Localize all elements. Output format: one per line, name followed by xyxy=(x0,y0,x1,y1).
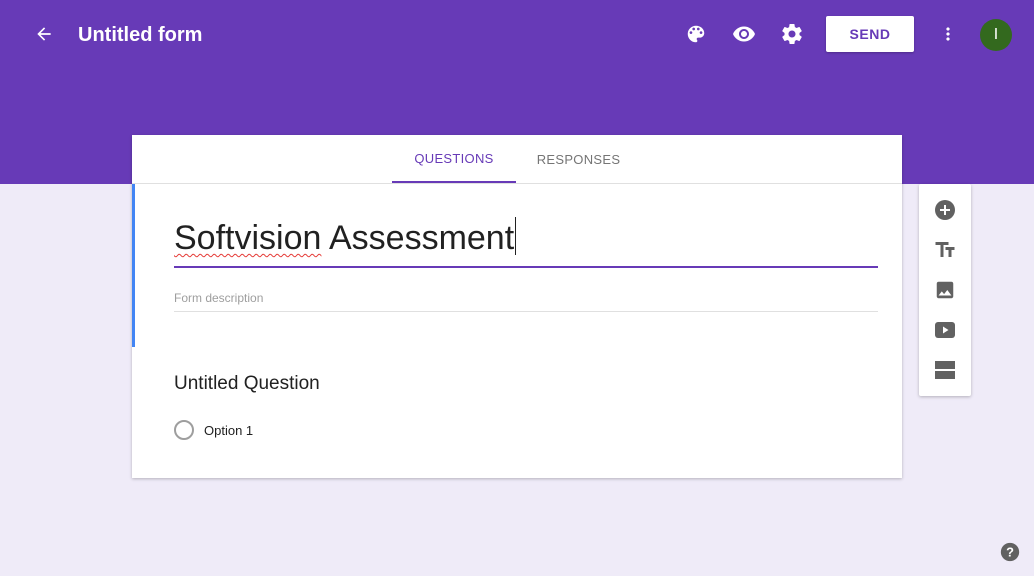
form-description-input[interactable]: Form description xyxy=(174,291,878,312)
add-image-button[interactable] xyxy=(925,270,965,310)
side-toolbar xyxy=(919,184,971,396)
back-button[interactable] xyxy=(24,14,64,54)
more-options-button[interactable] xyxy=(928,14,968,54)
spellcheck-word: Softvision xyxy=(174,219,322,257)
section-icon xyxy=(935,361,955,379)
option-label[interactable]: Option 1 xyxy=(204,423,253,438)
video-icon xyxy=(935,322,955,338)
form-title[interactable]: Untitled form xyxy=(78,22,202,48)
palette-icon xyxy=(687,25,705,43)
question-title[interactable]: Untitled Question xyxy=(174,373,320,395)
gear-icon xyxy=(782,24,802,44)
send-button[interactable]: SEND xyxy=(826,16,914,52)
form-title-input[interactable]: Softvision Assessment xyxy=(174,214,878,268)
text-caret xyxy=(515,217,517,255)
add-question-button[interactable] xyxy=(925,190,965,230)
help-button[interactable]: ? xyxy=(998,540,1022,564)
tab-questions[interactable]: QUESTIONS xyxy=(392,135,516,183)
svg-text:?: ? xyxy=(1006,545,1014,560)
tab-responses[interactable]: RESPONSES xyxy=(516,135,641,183)
add-section-button[interactable] xyxy=(925,350,965,390)
customize-theme-button[interactable] xyxy=(676,14,716,54)
form-title-rest: Assessment xyxy=(321,219,515,257)
account-avatar[interactable]: I xyxy=(980,19,1012,51)
preview-button[interactable] xyxy=(724,14,764,54)
add-title-button[interactable] xyxy=(925,230,965,270)
top-app-bar: Untitled form SEND I xyxy=(0,0,1034,70)
add-video-button[interactable] xyxy=(925,310,965,350)
help-icon: ? xyxy=(1000,542,1020,562)
back-arrow-icon xyxy=(37,27,51,41)
option-row: Option 1 xyxy=(174,420,253,440)
title-text-icon xyxy=(935,242,955,257)
image-icon xyxy=(936,281,954,299)
settings-button[interactable] xyxy=(772,14,812,54)
form-card: QUESTIONS RESPONSES Softvision Assessmen… xyxy=(132,135,902,478)
eye-icon xyxy=(733,26,755,42)
form-title-text: Softvision Assessment xyxy=(174,217,517,257)
option-radio[interactable] xyxy=(174,420,194,440)
form-title-section: Softvision Assessment Form description xyxy=(132,184,902,347)
form-tabs: QUESTIONS RESPONSES xyxy=(132,135,902,184)
add-question-icon xyxy=(935,200,955,220)
more-vert-icon xyxy=(946,27,950,41)
